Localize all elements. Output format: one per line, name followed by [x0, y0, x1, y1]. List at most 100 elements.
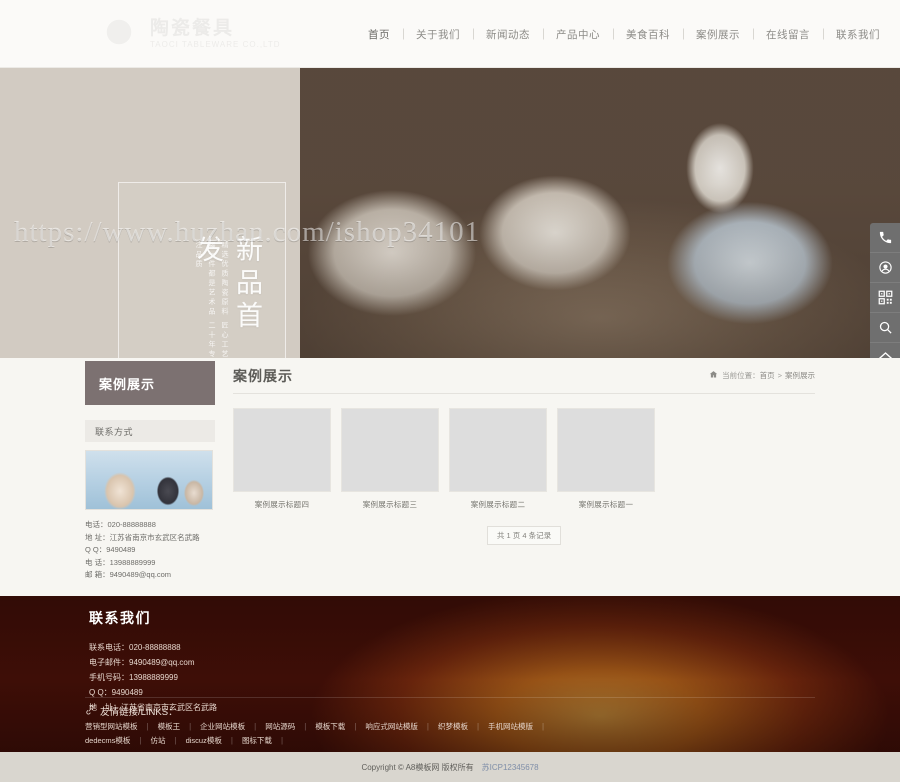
top-icon[interactable]: TOP — [870, 343, 900, 358]
case-card-0[interactable]: 案例展示标题四 — [233, 408, 331, 510]
breadcrumb[interactable]: 当前位置： 首页 > 案例展示 — [709, 370, 815, 381]
friendly-link-11[interactable]: 图标下载 — [242, 735, 272, 746]
banner-text-frame: 新品首发 精选优质陶瓷原料 匠心工艺 每一件都是艺术品 二十年专注品质 — [118, 182, 286, 358]
friendly-link-0[interactable]: 营销型网站模板 — [85, 721, 138, 732]
sidebar-contact-item-2: Q Q：9490489 — [85, 545, 136, 554]
pagination: 共 1 页 4 条记录 — [233, 526, 815, 545]
float-toolbar[interactable]: TOP — [870, 223, 900, 358]
link-divider: | — [146, 722, 149, 731]
sidebar-contact-item-1: 地 址：江苏省南京市玄武区名武路 — [85, 532, 200, 542]
banner-photo — [300, 68, 900, 358]
phone-icon[interactable] — [870, 223, 900, 253]
case-grid: 案例展示标题四 案例展示标题三 案例展示标题二 案例展示标题一 — [233, 408, 815, 510]
logo-name-cn: 陶瓷餐具 — [150, 18, 235, 40]
case-thumbnail[interactable] — [449, 408, 547, 492]
qrcode-icon[interactable] — [870, 283, 900, 313]
link-divider: | — [174, 736, 177, 745]
nav-item-7[interactable]: 联系我们 — [823, 27, 893, 42]
link-divider: | — [254, 722, 257, 731]
case-card-3[interactable]: 案例展示标题一 — [557, 408, 655, 510]
main-column: 案例展示 当前位置： 首页 > 案例展示 案例展示标题四 案例展示标题三 案例展… — [233, 358, 815, 545]
sidebar-contact-list: 电话：020-88888888 地 址：江苏省南京市玄武区名武路 Q Q：949… — [85, 519, 215, 582]
link-divider: | — [139, 736, 142, 745]
headset-icon[interactable] — [870, 253, 900, 283]
nav-item-3[interactable]: 产品中心 — [543, 27, 613, 42]
case-title[interactable]: 案例展示标题四 — [233, 499, 331, 510]
logo-icon — [96, 14, 142, 54]
search-icon[interactable] — [870, 313, 900, 343]
sidebar-contact-title: 联系方式 — [85, 420, 215, 442]
link-divider: | — [304, 722, 307, 731]
link-divider: | — [230, 736, 233, 745]
icp-link[interactable]: 苏ICP12345678 — [482, 762, 539, 773]
hero-banner[interactable]: 新品首发 精选优质陶瓷原料 匠心工艺 每一件都是艺术品 二十年专注品质 http… — [0, 68, 900, 358]
friendly-link-9[interactable]: 仿站 — [151, 735, 166, 746]
copyright-bar: Copyright © A8模板网 版权所有 苏ICP12345678 — [0, 752, 900, 782]
friendly-links-title: 友情链接/LINKS： — [100, 707, 178, 718]
case-card-1[interactable]: 案例展示标题三 — [341, 408, 439, 510]
friendly-link-7[interactable]: 手机网站模版 — [488, 721, 533, 732]
friendly-links-header: 友情链接/LINKS： — [85, 704, 815, 718]
nav-item-2[interactable]: 新闻动态 — [473, 27, 543, 42]
sidebar-title: 案例展示 — [85, 361, 215, 405]
friendly-link-6[interactable]: 织梦模板 — [438, 721, 468, 732]
friendly-links-row-2[interactable]: dedecms模板 | 仿站 | discuz模板 | 图标下载 | — [85, 735, 815, 746]
sidebar-contact-photo — [85, 450, 213, 510]
page-root: 陶瓷餐具 TAOCI TABLEWARE CO.,LTD 首页 关于我们 新闻动… — [0, 0, 900, 782]
content-area: 案例展示 联系方式 电话：020-88888888 地 址：江苏省南京市玄武区名… — [0, 358, 900, 596]
footer-contact-item-0: 联系电话：020-88888888 — [89, 643, 181, 652]
banner-left-panel: 新品首发 精选优质陶瓷原料 匠心工艺 每一件都是艺术品 二十年专注品质 — [0, 68, 300, 358]
link-divider: | — [426, 722, 429, 731]
watermark-text: https://www.huzhan.com/ishop34101 — [14, 216, 481, 248]
friendly-link-3[interactable]: 网站源码 — [265, 721, 295, 732]
home-icon — [709, 370, 718, 381]
nav-item-0[interactable]: 首页 — [355, 27, 403, 42]
friendly-links: 友情链接/LINKS： 营销型网站模板 | 模板王 | 企业网站模板 | 网站源码 | … — [85, 697, 815, 746]
main-navigation[interactable]: 首页 关于我们 新闻动态 产品中心 美食百科 案例展示 在线留言 联系我们 — [355, 0, 893, 68]
case-thumbnail[interactable] — [233, 408, 331, 492]
breadcrumb-root[interactable]: 首页 — [760, 370, 775, 381]
link-divider: | — [280, 736, 284, 745]
friendly-link-10[interactable]: discuz模板 — [186, 735, 222, 746]
nav-item-5[interactable]: 案例展示 — [683, 27, 753, 42]
site-header: 陶瓷餐具 TAOCI TABLEWARE CO.,LTD 首页 关于我们 新闻动… — [0, 0, 900, 68]
footer-contact-item-2: 手机号码：13988889999 — [89, 673, 178, 682]
breadcrumb-separator: > — [777, 371, 782, 380]
sidebar-contact-item-4: 邮 箱：9490489@qq.com — [85, 570, 171, 579]
footer-title: 联系我们 — [89, 610, 151, 626]
link-divider: | — [354, 722, 357, 731]
case-title[interactable]: 案例展示标题三 — [341, 499, 439, 510]
friendly-link-4[interactable]: 模板下载 — [315, 721, 345, 732]
link-icon — [85, 705, 95, 718]
friendly-link-2[interactable]: 企业网站模板 — [200, 721, 245, 732]
friendly-link-1[interactable]: 模板王 — [158, 721, 181, 732]
logo-name-en: TAOCI TABLEWARE CO.,LTD — [150, 40, 281, 50]
case-thumbnail[interactable] — [341, 408, 439, 492]
sidebar-contact-item-0: 电话：020-88888888 — [85, 520, 156, 529]
sidebar-contact-item-3: 电 话：13988889999 — [85, 557, 156, 567]
nav-item-6[interactable]: 在线留言 — [753, 27, 823, 42]
banner-vertical-subtitle: 精选优质陶瓷原料 匠心工艺 每一件都是艺术品 二十年专注品质 — [195, 241, 229, 358]
friendly-link-5[interactable]: 响应式网站模版 — [365, 721, 418, 732]
case-title[interactable]: 案例展示标题一 — [557, 499, 655, 510]
pagination-info: 共 1 页 4 条记录 — [486, 526, 562, 545]
site-logo[interactable]: 陶瓷餐具 TAOCI TABLEWARE CO.,LTD — [96, 8, 306, 60]
breadcrumb-current[interactable]: 案例展示 — [785, 370, 815, 381]
link-divider: | — [476, 722, 480, 731]
friendly-link-8[interactable]: dedecms模板 — [85, 735, 130, 746]
case-thumbnail[interactable] — [557, 408, 655, 492]
nav-item-4[interactable]: 美食百科 — [613, 27, 683, 42]
link-divider: | — [542, 722, 545, 731]
footer-contact-item-1: 电子邮件：9490489@qq.com — [89, 658, 195, 667]
site-footer: 联系我们 联系电话：020-88888888 电子邮件：9490489@qq.c… — [0, 596, 900, 782]
sidebar: 案例展示 联系方式 电话：020-88888888 地 址：江苏省南京市玄武区名… — [85, 361, 215, 582]
breadcrumb-prefix: 当前位置： — [722, 371, 760, 380]
friendly-links-row[interactable]: 营销型网站模板 | 模板王 | 企业网站模板 | 网站源码 | 模板下载 | 响应式网站模… — [85, 721, 815, 732]
page-title: 案例展示 — [233, 367, 293, 384]
page-header-bar: 案例展示 当前位置： 首页 > 案例展示 — [233, 358, 815, 394]
copyright-text: Copyright © A8模板网 版权所有 — [361, 762, 474, 772]
case-title[interactable]: 案例展示标题二 — [449, 499, 547, 510]
logo-text: 陶瓷餐具 TAOCI TABLEWARE CO.,LTD — [150, 18, 281, 49]
nav-item-1[interactable]: 关于我们 — [403, 27, 473, 42]
case-card-2[interactable]: 案例展示标题二 — [449, 408, 547, 510]
